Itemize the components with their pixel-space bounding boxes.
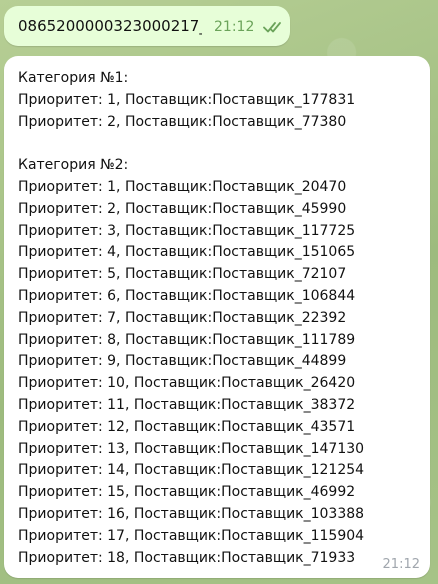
message-body: Категория №1: Приоритет: 1, Поставщик:Пос… [18, 68, 364, 569]
incoming-message-bubble[interactable]: Категория №1: Приоритет: 1, Поставщик:Пос… [4, 56, 430, 578]
priority-line: Приоритет: 3, Поставщик:Поставщик_117725 [18, 222, 356, 239]
priority-line: Приоритет: 15, Поставщик:Поставщик_46992 [18, 484, 356, 501]
priority-line: Приоритет: 13, Поставщик:Поставщик_14713… [18, 440, 365, 457]
category-heading: Категория №1: [18, 70, 129, 86]
priority-line: Приоритет: 9, Поставщик:Поставщик_44899 [18, 353, 347, 370]
priority-line: Приоритет: 5, Поставщик:Поставщик_72107 [18, 266, 347, 283]
outgoing-message-text: 0865200000323000217_ [18, 17, 202, 35]
priority-line: Приоритет: 6, Поставщик:Поставщик_106844 [18, 287, 356, 304]
priority-line: Приоритет: 12, Поставщик:Поставщик_43571 [18, 418, 356, 435]
priority-line: Приоритет: 2, Поставщик:Поставщик_45990 [18, 200, 347, 217]
priority-line: Приоритет: 17, Поставщик:Поставщик_11590… [18, 527, 365, 544]
outgoing-message-bubble[interactable]: 0865200000323000217_ 21:12 [4, 6, 290, 46]
priority-line: Приоритет: 18, Поставщик:Поставщик_71933 [18, 549, 356, 566]
priority-line: Приоритет: 10, Поставщик:Поставщик_26420 [18, 375, 356, 392]
outgoing-message-time: 21:12 [214, 19, 255, 35]
priority-line: Приоритет: 14, Поставщик:Поставщик_12125… [18, 462, 365, 479]
priority-line: Приоритет: 4, Поставщик:Поставщик_151065 [18, 244, 356, 261]
priority-line: Приоритет: 16, Поставщик:Поставщик_10338… [18, 505, 365, 522]
category-heading: Категория №2: [18, 157, 129, 174]
priority-line: Приоритет: 11, Поставщик:Поставщик_38372 [18, 396, 356, 413]
double-check-icon [263, 22, 281, 33]
priority-line: Приоритет: 7, Поставщик:Поставщик_22392 [18, 309, 347, 326]
incoming-message-time: 21:12 [382, 557, 420, 572]
priority-line: Приоритет: 1, Поставщик:Поставщик_177831 [18, 91, 356, 108]
priority-line: Приоритет: 1, Поставщик:Поставщик_20470 [18, 178, 347, 195]
priority-line: Приоритет: 2, Поставщик:Поставщик_77380 [18, 113, 347, 130]
priority-line: Приоритет: 8, Поставщик:Поставщик_111789 [18, 331, 356, 348]
